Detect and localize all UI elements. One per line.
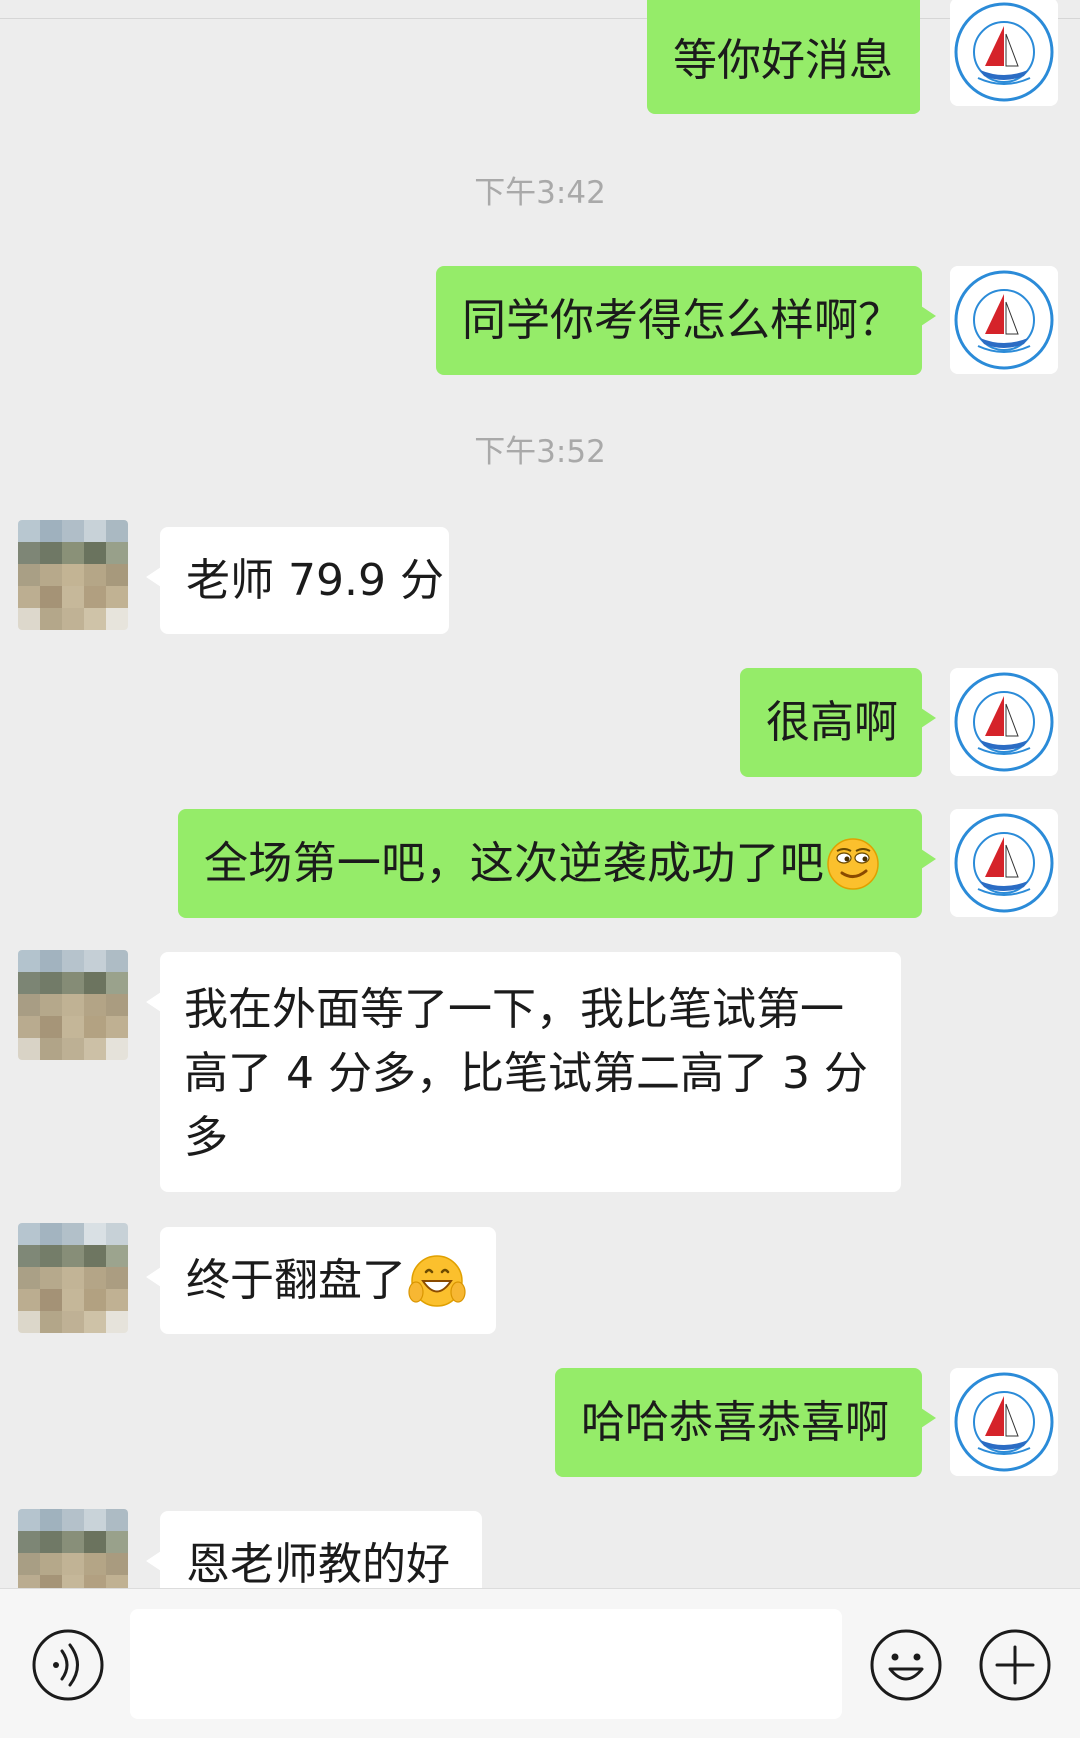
- message-text: 等你好消息: [673, 35, 893, 86]
- student-avatar[interactable]: [18, 1223, 128, 1333]
- teacher-avatar[interactable]: [950, 809, 1058, 917]
- message-bubble[interactable]: 终于翻盘了: [146, 1227, 496, 1334]
- message-input[interactable]: [130, 1609, 842, 1719]
- emoji-icon[interactable]: [868, 1627, 944, 1703]
- input-bar: [0, 1588, 1080, 1738]
- timestamp: 下午3:52: [474, 434, 606, 470]
- message-bubble[interactable]: 老师 79.9 分: [146, 527, 449, 634]
- message-text: 终于翻盘了: [186, 1254, 406, 1306]
- teacher-avatar[interactable]: [950, 266, 1058, 374]
- smirk-emoji: [827, 837, 879, 890]
- message-text: 我在外面等了一下，我比笔试第一高了 4 分多，比笔试第二高了 3 分多: [184, 984, 868, 1163]
- message-bubble[interactable]: 我在外面等了一下，我比笔试第一高了 4 分多，比笔试第二高了 3 分多: [146, 952, 901, 1192]
- student-avatar[interactable]: [18, 950, 128, 1060]
- student-avatar[interactable]: [18, 520, 128, 630]
- message-text: 老师 79.9 分: [186, 554, 444, 606]
- message-text: 同学你考得怎么样啊？: [462, 294, 902, 346]
- message-bubble[interactable]: 哈哈恭喜恭喜啊: [555, 1368, 936, 1477]
- grin-emoji: [408, 1254, 466, 1307]
- timestamp: 下午3:42: [474, 175, 606, 211]
- message-bubble[interactable]: 恩老师教的好: [146, 1511, 482, 1589]
- message-text: 全场第一吧，这次逆袭成功了吧: [204, 837, 825, 889]
- message-bubble[interactable]: 等你好消息: [647, 0, 920, 114]
- message-bubble[interactable]: 很高啊: [740, 668, 936, 777]
- message-bubble[interactable]: 全场第一吧，这次逆袭成功了吧: [178, 809, 936, 918]
- teacher-avatar[interactable]: [950, 0, 1058, 106]
- voice-icon[interactable]: [30, 1627, 106, 1703]
- student-avatar[interactable]: [18, 1509, 128, 1588]
- message-text: 恩老师教的好: [186, 1538, 450, 1589]
- teacher-avatar[interactable]: [950, 668, 1058, 776]
- message-text: 很高啊: [766, 696, 898, 748]
- plus-icon[interactable]: [977, 1627, 1053, 1703]
- teacher-avatar[interactable]: [950, 1368, 1058, 1476]
- message-text: 哈哈恭喜恭喜啊: [581, 1396, 889, 1448]
- message-bubble[interactable]: 同学你考得怎么样啊？: [436, 266, 936, 375]
